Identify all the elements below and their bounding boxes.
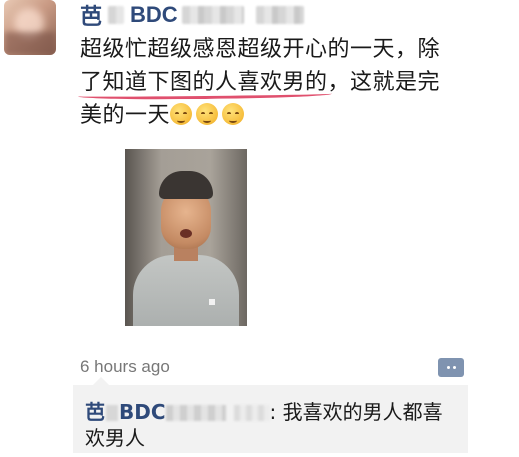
comment-name-mosaic	[233, 405, 270, 421]
post-text-line-3: 美的一天	[80, 99, 480, 132]
comment-text-line-1: 我喜欢的男人都喜	[282, 400, 443, 424]
post-text-line-2: 了知道下图的人喜欢男的，这就是完	[80, 66, 480, 99]
comment-separator: :	[269, 400, 277, 424]
post-timestamp: 6 hours ago	[80, 357, 170, 376]
name-mosaic	[255, 6, 304, 24]
comment-name-mosaic	[106, 405, 118, 421]
post-photo[interactable]	[125, 149, 247, 326]
photo-mouth	[180, 229, 192, 238]
pensive-face-icon	[222, 103, 245, 125]
author-name[interactable]: 芭 BDC	[80, 0, 304, 30]
photo-shirt	[133, 255, 239, 326]
post-text-line-3-text: 美的一天	[80, 103, 171, 128]
comment-dot-icon	[446, 366, 450, 369]
post-text-line-1: 超级忙超级感恩超级开心的一天，除	[80, 37, 441, 62]
comment-text-line-2: 欢男人	[85, 426, 145, 450]
pensive-face-icon	[196, 103, 219, 125]
pensive-face-icon	[170, 103, 193, 125]
post-text-line-2-rest: ，这就是完	[327, 70, 441, 95]
photo-shirt-logo	[209, 299, 215, 305]
author-name-suffix: BDC	[130, 2, 178, 27]
author-name-char: 芭	[80, 5, 103, 30]
name-mosaic	[108, 6, 125, 24]
author-avatar[interactable]	[4, 0, 56, 55]
name-mosaic	[181, 6, 244, 24]
underlined-phrase: 了知道下图的人喜欢男的	[80, 66, 328, 99]
comment-dot-icon	[452, 366, 456, 369]
comment-author-char[interactable]: 芭	[85, 400, 105, 424]
post-text: 超级忙超级感恩超级开心的一天，除 了知道下图的人喜欢男的，这就是完 美的一天	[80, 33, 480, 132]
comment-author-suffix[interactable]: BDC	[119, 400, 166, 424]
comment-box: 芭 BDC: 我喜欢的男人都喜欢男人	[73, 377, 468, 453]
comment-item[interactable]: 芭 BDC: 我喜欢的男人都喜欢男人	[85, 399, 460, 451]
comment-button[interactable]	[438, 358, 464, 377]
avatar-blur-lower	[4, 32, 56, 55]
comment-name-mosaic	[165, 405, 226, 421]
